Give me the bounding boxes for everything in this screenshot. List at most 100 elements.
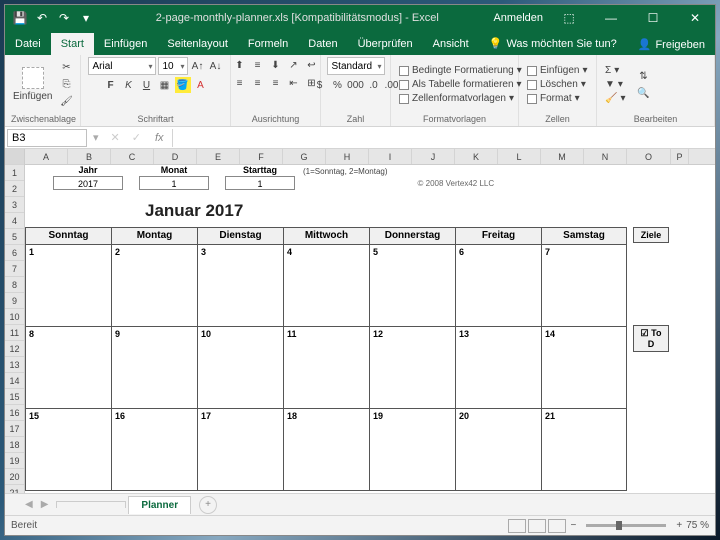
- row-header[interactable]: 8: [5, 277, 24, 293]
- format-painter-icon[interactable]: 🖌: [58, 94, 74, 110]
- font-size-combo[interactable]: 10: [158, 57, 188, 75]
- font-color-icon[interactable]: A: [193, 77, 209, 93]
- signin-link[interactable]: Anmelden: [493, 12, 543, 24]
- calendar-day-cell[interactable]: 19: [369, 409, 455, 491]
- row-header[interactable]: 20: [5, 469, 24, 485]
- fill-button[interactable]: ▼▾: [603, 78, 627, 91]
- row-header[interactable]: 14: [5, 373, 24, 389]
- calendar-day-cell[interactable]: 15: [25, 409, 111, 491]
- row-header[interactable]: 9: [5, 293, 24, 309]
- tab-home[interactable]: Start: [51, 33, 94, 55]
- row-header[interactable]: 6: [5, 245, 24, 261]
- align-left-icon[interactable]: ≡: [232, 75, 248, 91]
- calendar-day-cell[interactable]: 3: [197, 245, 283, 327]
- redo-icon[interactable]: ↷: [57, 11, 71, 25]
- row-header[interactable]: 15: [5, 389, 24, 405]
- align-bottom-icon[interactable]: ⬇: [268, 57, 284, 73]
- copy-icon[interactable]: ⎘: [58, 77, 74, 93]
- align-right-icon[interactable]: ≡: [268, 75, 284, 91]
- tab-review[interactable]: Überprüfen: [348, 33, 423, 55]
- calendar-day-cell[interactable]: 11: [283, 327, 369, 409]
- row-header[interactable]: 16: [5, 405, 24, 421]
- underline-button[interactable]: U: [139, 77, 155, 93]
- formula-input[interactable]: [172, 129, 715, 147]
- calendar-day-cell[interactable]: 2: [111, 245, 197, 327]
- zoom-slider[interactable]: [586, 524, 666, 527]
- percent-icon[interactable]: %: [330, 77, 346, 93]
- indent-decrease-icon[interactable]: ⇤: [286, 75, 302, 91]
- cut-icon[interactable]: ✂: [58, 60, 74, 76]
- calendar-day-cell[interactable]: 7: [541, 245, 627, 327]
- fill-color-icon[interactable]: 🪣: [175, 77, 191, 93]
- paste-button[interactable]: Einfügen: [11, 65, 54, 104]
- sort-filter-icon[interactable]: ⇅: [635, 68, 651, 84]
- calendar-day-cell[interactable]: 16: [111, 409, 197, 491]
- row-header[interactable]: 10: [5, 309, 24, 325]
- italic-button[interactable]: K: [121, 77, 137, 93]
- name-box[interactable]: B3: [7, 129, 87, 147]
- increase-decimal-icon[interactable]: .0: [366, 77, 382, 93]
- spreadsheet-grid[interactable]: 1234567891011121314151617181920212223242…: [5, 149, 715, 493]
- enter-formula-icon[interactable]: ✓: [126, 131, 147, 144]
- calendar-day-cell[interactable]: 5: [369, 245, 455, 327]
- fx-icon[interactable]: fx: [147, 132, 172, 144]
- tab-layout[interactable]: Seitenlayout: [157, 33, 238, 55]
- format-as-table-button[interactable]: Als Tabelle formatieren▾: [397, 78, 524, 91]
- tab-file[interactable]: Datei: [5, 33, 51, 55]
- calendar-day-cell[interactable]: 9: [111, 327, 197, 409]
- row-header[interactable]: 3: [5, 197, 24, 213]
- cancel-formula-icon[interactable]: ✕: [105, 131, 126, 144]
- orientation-icon[interactable]: ↗: [286, 57, 302, 73]
- undo-icon[interactable]: ↶: [35, 11, 49, 25]
- currency-icon[interactable]: $: [312, 77, 328, 93]
- autosum-button[interactable]: Σ▾: [603, 64, 627, 77]
- sheet-tab-planner[interactable]: Planner: [128, 496, 191, 514]
- wrap-text-icon[interactable]: ↩: [304, 57, 320, 73]
- sheet-tab-inactive[interactable]: [56, 501, 126, 508]
- delete-cells-button[interactable]: Löschen▾: [525, 78, 590, 91]
- qat-dropdown-icon[interactable]: ▾: [79, 11, 93, 25]
- maximize-icon[interactable]: ☐: [637, 5, 669, 31]
- row-header[interactable]: 11: [5, 325, 24, 341]
- row-header[interactable]: 4: [5, 213, 24, 229]
- sheet-nav-prev-icon[interactable]: ◀: [25, 499, 33, 510]
- calendar-day-cell[interactable]: 4: [283, 245, 369, 327]
- calendar-day-cell[interactable]: 1: [25, 245, 111, 327]
- bold-button[interactable]: F: [103, 77, 119, 93]
- grow-font-icon[interactable]: A↑: [190, 58, 206, 74]
- cell-styles-button[interactable]: Zellenformatvorlagen▾: [397, 92, 524, 105]
- calendar-day-cell[interactable]: 6: [455, 245, 541, 327]
- calendar-day-cell[interactable]: 8: [25, 327, 111, 409]
- align-center-icon[interactable]: ≡: [250, 75, 266, 91]
- font-name-combo[interactable]: Arial: [88, 57, 156, 75]
- tab-view[interactable]: Ansicht: [423, 33, 479, 55]
- comma-icon[interactable]: 000: [348, 77, 364, 93]
- startday-value-cell[interactable]: 1: [225, 176, 295, 190]
- close-icon[interactable]: ✕: [679, 5, 711, 31]
- align-top-icon[interactable]: ⬆: [232, 57, 248, 73]
- align-middle-icon[interactable]: ≡: [250, 57, 266, 73]
- zoom-level[interactable]: 75 %: [686, 520, 709, 531]
- tab-data[interactable]: Daten: [298, 33, 347, 55]
- zoom-in-icon[interactable]: +: [676, 520, 682, 531]
- row-header[interactable]: 5: [5, 229, 24, 245]
- save-icon[interactable]: 💾: [13, 11, 27, 25]
- calendar-day-cell[interactable]: 13: [455, 327, 541, 409]
- row-header[interactable]: 17: [5, 421, 24, 437]
- share-button[interactable]: 👤 Freigeben: [628, 34, 715, 55]
- row-header[interactable]: 19: [5, 453, 24, 469]
- ribbon-options-icon[interactable]: ⬚: [553, 5, 585, 31]
- add-sheet-button[interactable]: +: [199, 496, 217, 514]
- tab-insert[interactable]: Einfügen: [94, 33, 157, 55]
- calendar-day-cell[interactable]: 10: [197, 327, 283, 409]
- zoom-out-icon[interactable]: −: [571, 520, 577, 531]
- shrink-font-icon[interactable]: A↓: [208, 58, 224, 74]
- row-header[interactable]: 13: [5, 357, 24, 373]
- tab-formulas[interactable]: Formeln: [238, 33, 298, 55]
- namebox-dropdown-icon[interactable]: ▾: [87, 131, 105, 144]
- month-value-cell[interactable]: 1: [139, 176, 209, 190]
- minimize-icon[interactable]: —: [595, 5, 627, 31]
- format-cells-button[interactable]: Format▾: [525, 92, 590, 105]
- select-all-corner[interactable]: [5, 149, 24, 165]
- row-header[interactable]: 1: [5, 165, 24, 181]
